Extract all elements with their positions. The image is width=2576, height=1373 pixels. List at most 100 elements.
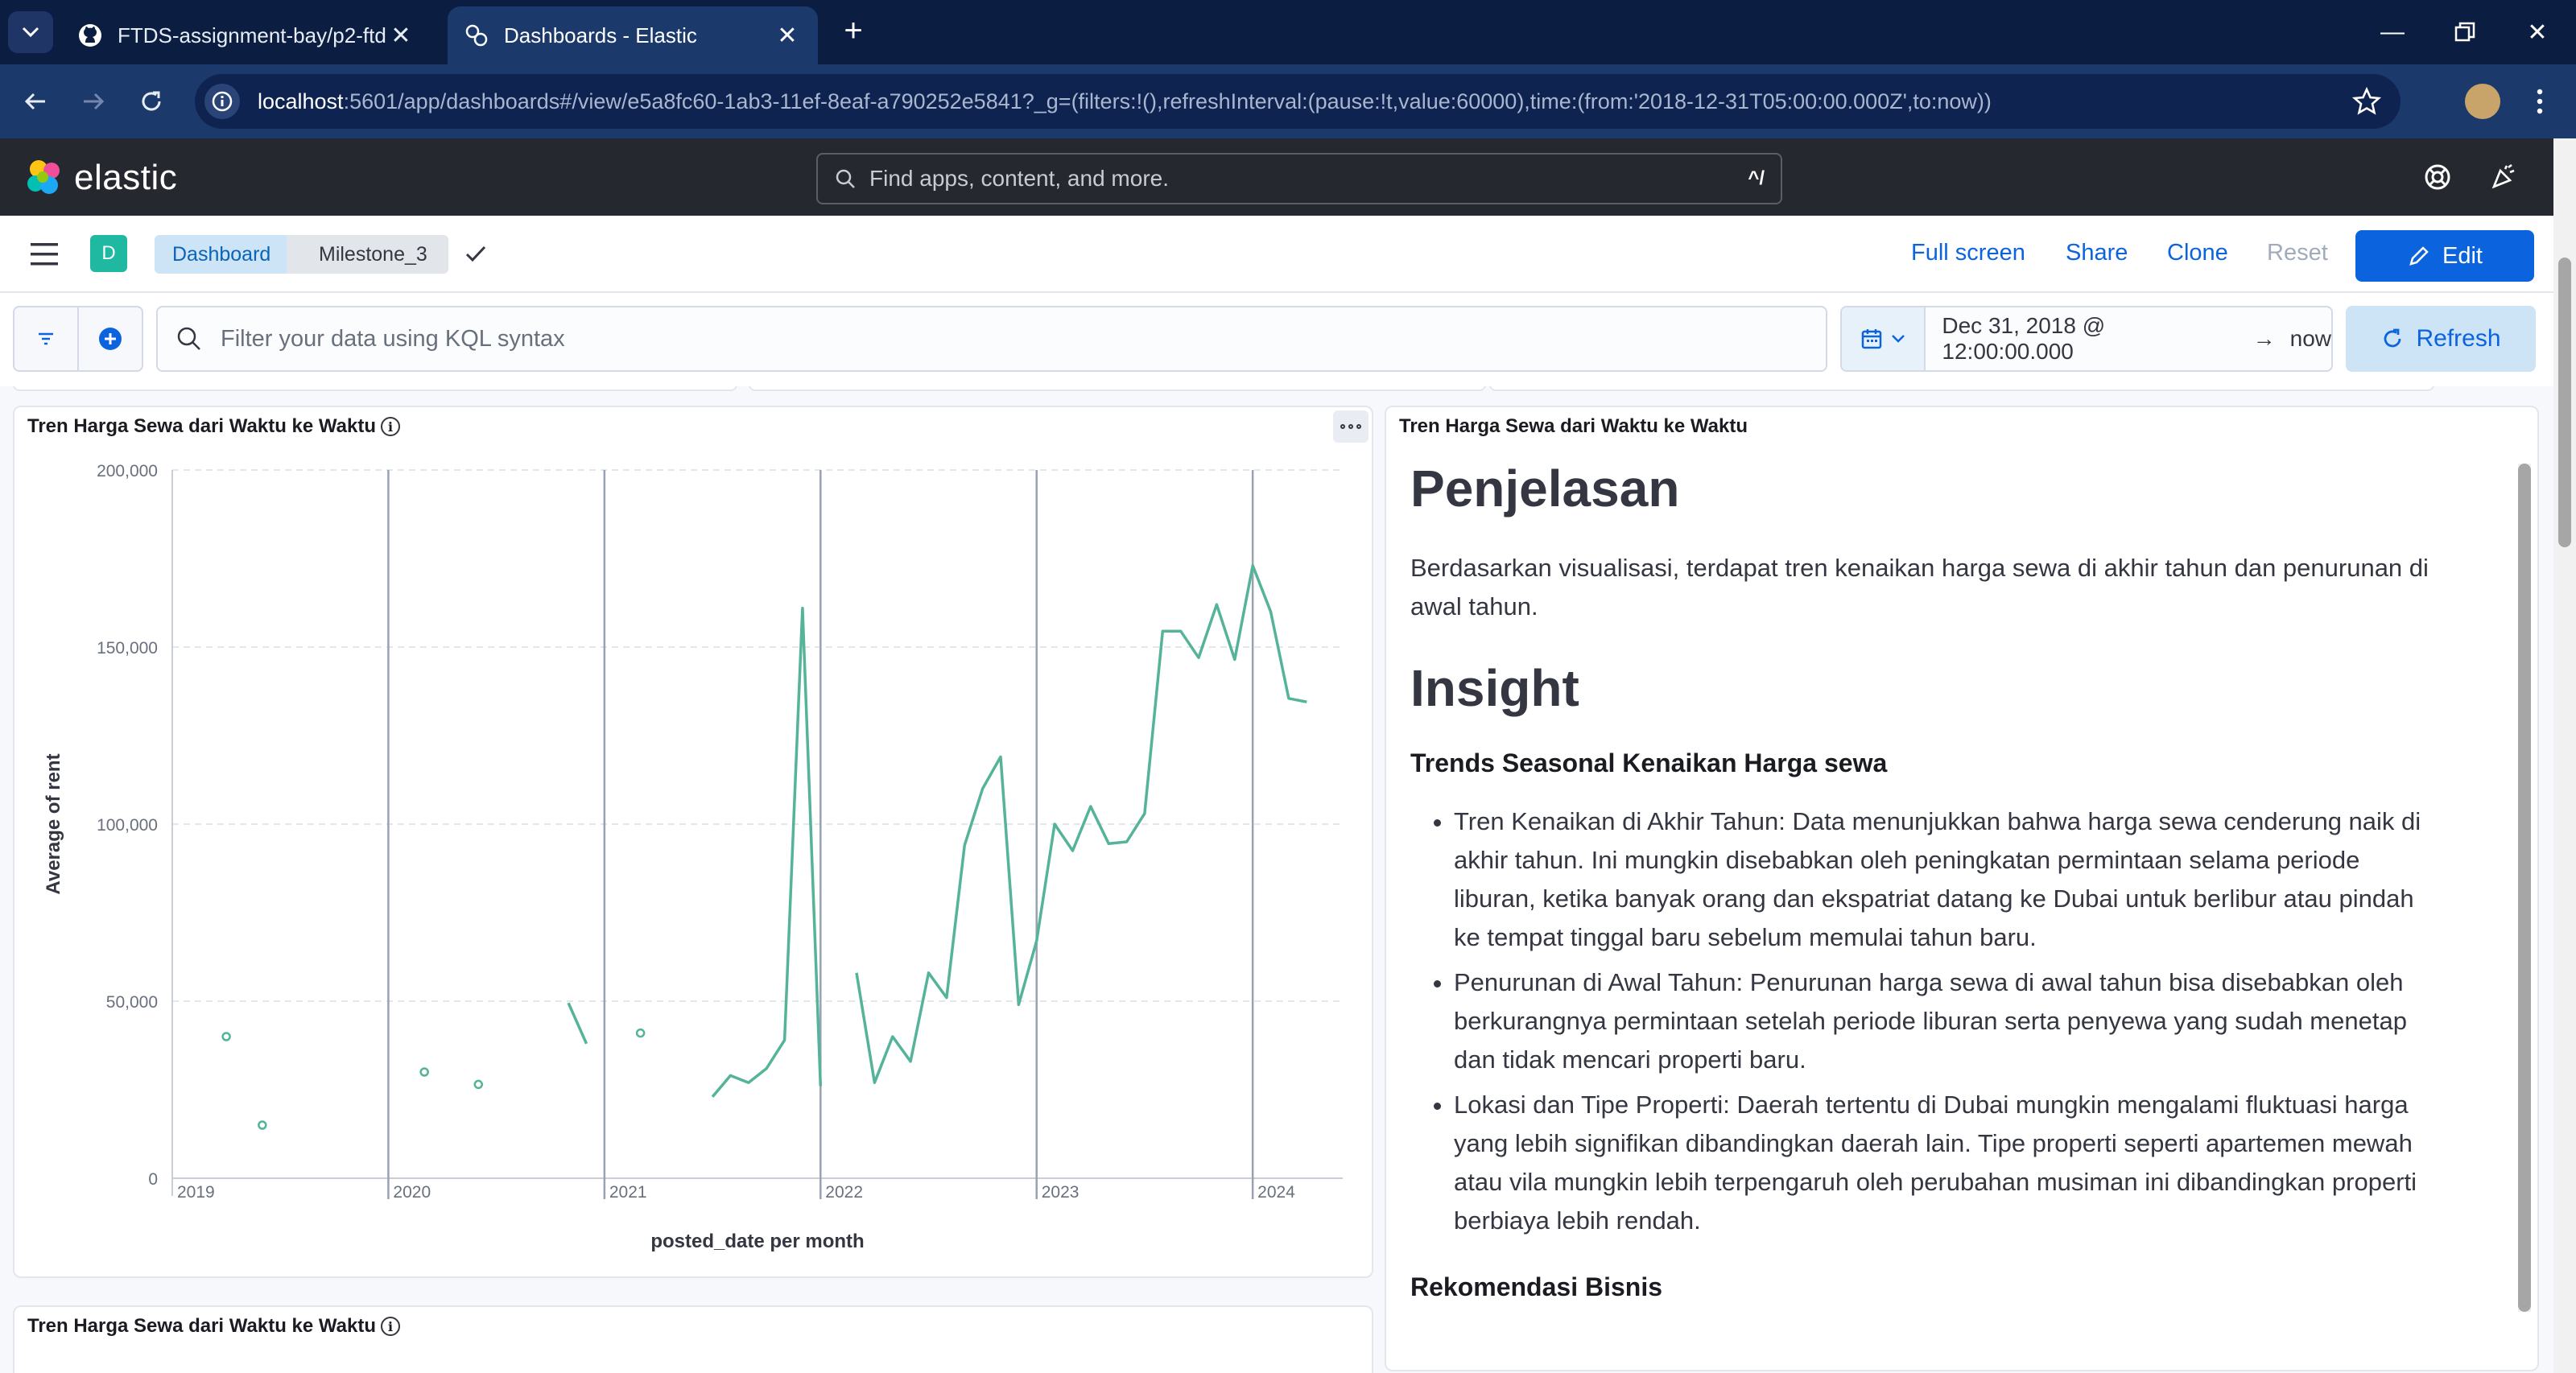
quick-select-button[interactable] bbox=[1842, 307, 1926, 370]
url-path: :5601/app/dashboards#/view/e5a8fc60-1ab3… bbox=[343, 89, 1992, 113]
browser-menu-icon[interactable] bbox=[2528, 84, 2552, 119]
filter-icon bbox=[39, 332, 53, 345]
panel-above-edge bbox=[1489, 386, 2434, 391]
reload-icon[interactable] bbox=[130, 80, 172, 122]
filter-menu-button[interactable] bbox=[14, 307, 79, 370]
insight-list: Tren Kenaikan di Akhir Tahun: Data menun… bbox=[1454, 802, 2441, 1240]
dashboards-app-icon bbox=[464, 23, 489, 48]
query-bar: Filter your data using KQL syntax Dec 31… bbox=[0, 293, 2553, 386]
github-icon bbox=[77, 23, 103, 48]
x-tick-label: 2019 bbox=[177, 1183, 215, 1202]
plus-circle-icon bbox=[99, 328, 122, 350]
full-screen-button[interactable]: Full screen bbox=[1911, 240, 2025, 266]
markdown-panel: Tren Harga Sewa dari Waktu ke Waktu Penj… bbox=[1385, 406, 2539, 1371]
tab-search-button[interactable] bbox=[8, 11, 53, 53]
time-end[interactable]: now bbox=[2290, 326, 2331, 352]
breadcrumb-dashboard[interactable]: Dashboard bbox=[155, 235, 299, 274]
kibana-header: elastic Find apps, content, and more. ^/ bbox=[0, 138, 2553, 216]
panel-title: Tren Harga Sewa dari Waktu ke Waktu i bbox=[27, 1315, 401, 1338]
y-tick-label: 0 bbox=[148, 1170, 158, 1189]
line-chart: 0 50,000 100,000 150,000 200,000 2019 2020 2021… bbox=[43, 462, 1343, 1252]
filter-controls bbox=[13, 306, 143, 372]
info-icon[interactable]: i bbox=[381, 1317, 401, 1336]
x-tick-label: 2022 bbox=[825, 1183, 863, 1202]
profile-avatar[interactable] bbox=[2465, 84, 2500, 119]
panel-title: Tren Harga Sewa dari Waktu ke Waktu bbox=[1399, 415, 1748, 437]
breadcrumb-current: Milestone_3 bbox=[287, 235, 448, 274]
heading-penjelasan: Penjelasan bbox=[1410, 460, 1680, 517]
list-item: Lokasi dan Tipe Properti: Daerah tertent… bbox=[1454, 1086, 2441, 1240]
add-filter-button[interactable] bbox=[79, 307, 142, 370]
pencil-icon bbox=[2409, 246, 2429, 266]
restore-window-icon[interactable] bbox=[2434, 0, 2496, 64]
help-lifebuoy-icon[interactable] bbox=[2420, 159, 2455, 195]
x-tick-label: 2021 bbox=[609, 1183, 647, 1202]
page-scrollbar[interactable] bbox=[2553, 138, 2576, 1373]
heading-insight: Insight bbox=[1410, 659, 1579, 717]
markdown-content: Penjelasan Berdasarkan visualisasi, terd… bbox=[1410, 459, 2441, 1360]
panel-title-text: Tren Harga Sewa dari Waktu ke Waktu bbox=[27, 1315, 377, 1337]
edit-button[interactable]: Edit bbox=[2355, 230, 2534, 282]
time-start[interactable]: Dec 31, 2018 @ 12:00:00.000 bbox=[1942, 313, 2238, 365]
minimize-icon[interactable]: — bbox=[2362, 0, 2423, 64]
site-info-icon[interactable] bbox=[204, 84, 240, 119]
chevron-down-icon bbox=[1892, 335, 1905, 343]
dashboard-grid: Tren Harga Sewa dari Waktu ke Waktu i 0 5… bbox=[0, 386, 2553, 1373]
list-item: Tren Kenaikan di Akhir Tahun: Data menun… bbox=[1454, 802, 2441, 957]
y-tick-label: 100,000 bbox=[97, 816, 158, 835]
dashboard-top-nav: D Dashboard Milestone_3 Full screen Shar… bbox=[0, 216, 2553, 293]
tab-title: FTDS-assignment-bay/p2-ftds0 bbox=[118, 23, 386, 47]
global-search-input[interactable]: Find apps, content, and more. ^/ bbox=[816, 153, 1782, 204]
data-point bbox=[258, 1120, 267, 1130]
global-search-placeholder: Find apps, content, and more. bbox=[869, 166, 1169, 191]
tab-close-icon[interactable]: ✕ bbox=[773, 22, 802, 50]
browser-tab-github[interactable]: FTDS-assignment-bay/p2-ftds0 ✕ bbox=[61, 6, 431, 64]
search-shortcut: ^/ bbox=[1748, 167, 1765, 189]
browser-tab-elastic[interactable]: Dashboards - Elastic ✕ bbox=[448, 6, 818, 64]
list-item: Penurunan di Awal Tahun: Penurunan harga… bbox=[1454, 963, 2441, 1079]
hamburger-menu-icon[interactable] bbox=[29, 241, 61, 267]
x-axis-title: posted_date per month bbox=[650, 1231, 864, 1252]
tab-title: Dashboards - Elastic bbox=[504, 23, 697, 47]
heading-trends: Trends Seasonal Kenaikan Harga sewa bbox=[1410, 748, 1888, 777]
share-button[interactable]: Share bbox=[2066, 240, 2128, 266]
data-point bbox=[221, 1032, 231, 1041]
heading-rekomendasi: Rekomendasi Bisnis bbox=[1410, 1272, 1662, 1301]
back-arrow-icon[interactable] bbox=[14, 80, 56, 122]
clone-button[interactable]: Clone bbox=[2167, 240, 2228, 266]
calendar-icon bbox=[1861, 329, 1882, 349]
chart-panel-bottom: Tren Harga Sewa dari Waktu ke Waktu i bbox=[13, 1305, 1373, 1373]
close-window-icon[interactable]: ✕ bbox=[2507, 0, 2568, 64]
series-line bbox=[567, 1002, 588, 1045]
reset-button[interactable]: Reset bbox=[2267, 240, 2328, 266]
markdown-scrollbar[interactable] bbox=[2518, 464, 2531, 1312]
y-axis-title: Average of rent bbox=[43, 753, 64, 894]
new-tab-plus-icon[interactable]: + bbox=[834, 13, 873, 52]
refresh-button[interactable]: Refresh bbox=[2346, 306, 2536, 372]
elastic-cluster-icon bbox=[27, 160, 60, 194]
page-scrollbar-thumb[interactable] bbox=[2558, 258, 2571, 547]
browser-tab-bar: FTDS-assignment-bay/p2-ftds0 ✕ Dashboard… bbox=[0, 0, 2576, 64]
news-feed-icon[interactable] bbox=[2486, 159, 2521, 195]
space-avatar[interactable]: D bbox=[90, 235, 127, 272]
search-icon bbox=[177, 327, 200, 350]
bookmark-star-icon[interactable] bbox=[2351, 85, 2383, 118]
data-point bbox=[635, 1028, 646, 1038]
url-text: localhost:5601/app/dashboards#/view/e5a8… bbox=[258, 89, 1992, 114]
time-picker[interactable]: Dec 31, 2018 @ 12:00:00.000 → now bbox=[1840, 306, 2333, 372]
kql-placeholder: Filter your data using KQL syntax bbox=[221, 325, 565, 352]
arrow-right-icon: → bbox=[2252, 326, 2276, 351]
elastic-logo[interactable]: elastic bbox=[24, 158, 177, 198]
y-tick-label: 150,000 bbox=[97, 639, 158, 658]
address-bar[interactable]: localhost:5601/app/dashboards#/view/e5a8… bbox=[195, 74, 2401, 129]
y-tick-label: 50,000 bbox=[106, 993, 158, 1012]
x-tick-label: 2023 bbox=[1042, 1183, 1080, 1202]
search-icon bbox=[836, 169, 855, 188]
edit-button-label: Edit bbox=[2442, 242, 2483, 269]
x-tick-label: 2020 bbox=[393, 1183, 431, 1202]
chart-panel: Tren Harga Sewa dari Waktu ke Waktu i 05… bbox=[13, 406, 1373, 1278]
forward-arrow-icon[interactable] bbox=[72, 80, 114, 122]
markdown-scrollbar-thumb[interactable] bbox=[2518, 464, 2531, 1312]
tab-close-icon[interactable]: ✕ bbox=[386, 22, 415, 50]
kql-search-input[interactable]: Filter your data using KQL syntax bbox=[156, 306, 1827, 372]
